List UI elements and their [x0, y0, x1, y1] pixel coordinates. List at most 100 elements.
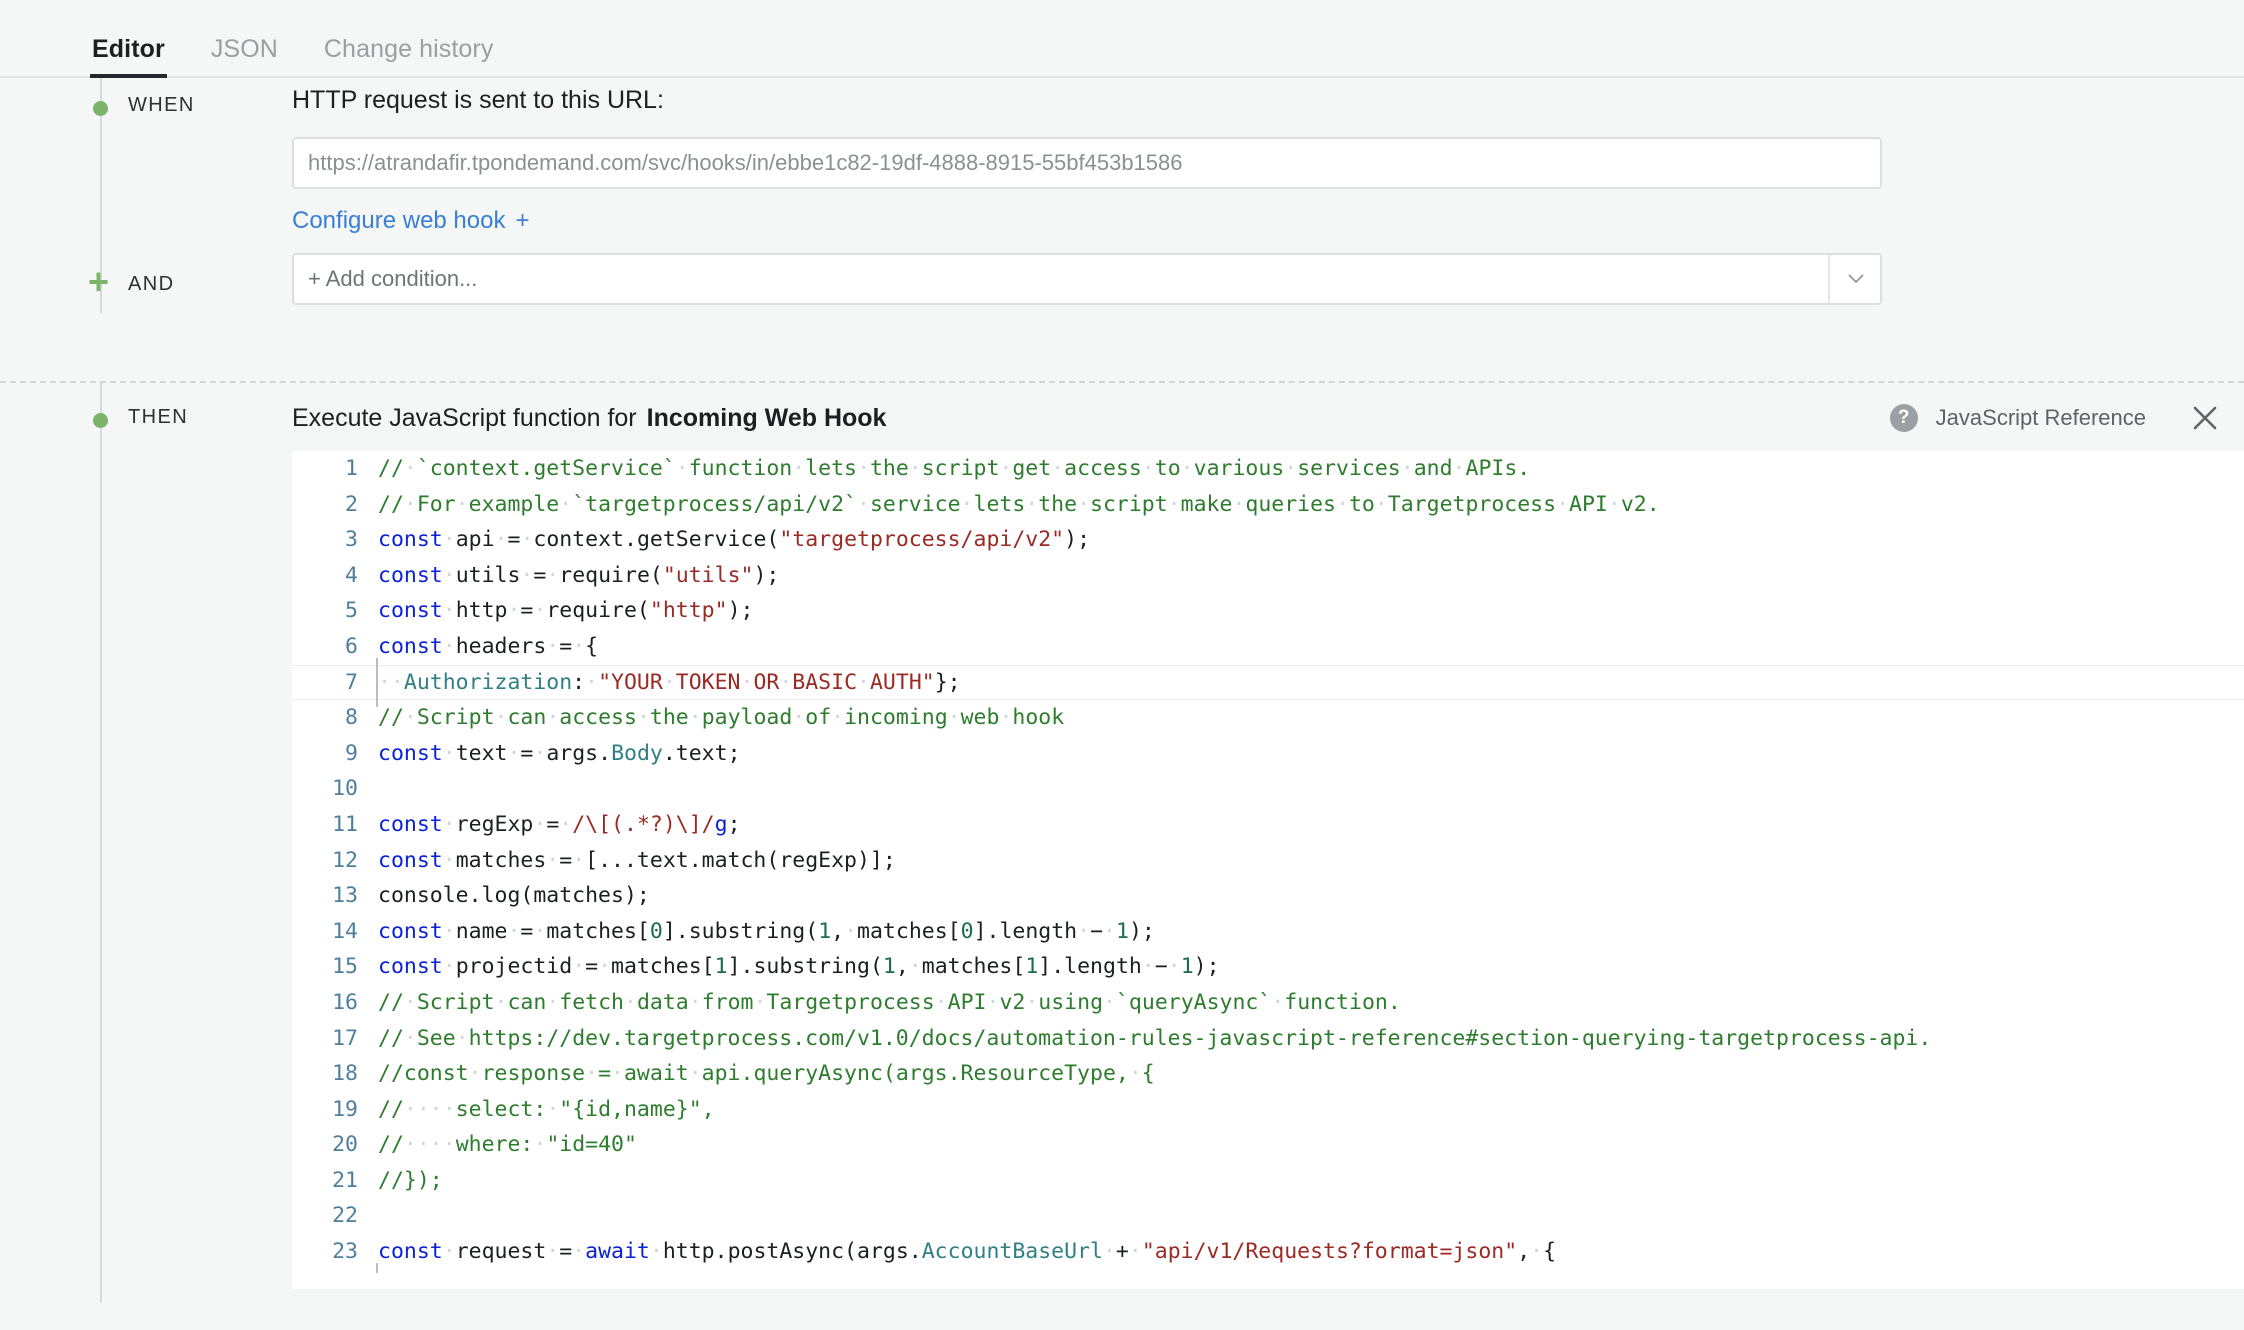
- code-line[interactable]: 11 const·regExp·=·/\[(.*?)\]/g;: [292, 807, 2244, 843]
- tab-change-history[interactable]: Change history: [324, 35, 494, 78]
- line-number: 21: [332, 1167, 358, 1193]
- code-token: const: [378, 847, 443, 873]
- webhook-url-input[interactable]: [292, 137, 1882, 189]
- configure-web-hook-link[interactable]: Configure web hook +: [292, 207, 529, 235]
- tab-json[interactable]: JSON: [211, 35, 278, 78]
- help-question-icon[interactable]: ?: [1889, 404, 1918, 432]
- code-token: "http": [649, 598, 728, 624]
- rail-connector-line: [100, 383, 102, 1303]
- tab-bar: Editor JSON Change history: [0, 0, 2244, 78]
- code-token: //····where:·"id=40": [378, 1132, 637, 1158]
- code-line-content: //·For·example·`targetprocess/api/v2`·se…: [378, 487, 2244, 523]
- code-line[interactable]: 12 const·matches·=·[...text.match(regExp)…: [292, 843, 2244, 879]
- code-token: );: [727, 598, 754, 624]
- code-token: ].length·−·: [973, 918, 1116, 944]
- line-number: 11: [332, 811, 358, 837]
- code-token: 1: [882, 954, 896, 980]
- code-line[interactable]: 22: [292, 1198, 2244, 1234]
- code-line[interactable]: 10: [292, 771, 2244, 807]
- code-line-content: //·Script·can·access·the·payload·of·inco…: [378, 700, 2244, 736]
- code-line[interactable]: 8 //·Script·can·access·the·payload·of·inc…: [292, 700, 2244, 736]
- line-number: 16: [332, 989, 358, 1015]
- add-condition-placeholder: + Add condition...: [308, 266, 478, 291]
- then-status-dot: [93, 413, 108, 428]
- code-token: 0: [649, 918, 663, 944]
- and-label: AND: [128, 273, 175, 295]
- code-token: //·Script·can·fetch·data·from·Targetproc…: [378, 989, 1401, 1015]
- code-token: ].length·−·: [1038, 954, 1181, 980]
- code-line[interactable]: 19 //····select:·"{id,name}",: [292, 1092, 2244, 1128]
- code-token: ·api·=·context.getService(: [442, 527, 780, 553]
- line-number: 5: [345, 598, 358, 624]
- code-token: ].substring(: [662, 918, 819, 944]
- configure-web-hook-label: Configure web hook: [292, 207, 506, 234]
- javascript-reference-link[interactable]: JavaScript Reference: [1936, 405, 2146, 431]
- javascript-code-editor[interactable]: 1 //·`context.getService`·function·lets·t…: [292, 451, 2244, 1289]
- code-token: //·`context.getService`·function·lets·th…: [378, 456, 1531, 481]
- code-line-content: const·api·=·context.getService("targetpr…: [378, 522, 2244, 558]
- chevron-down-icon[interactable]: [1848, 274, 1864, 284]
- code-line[interactable]: 4 const·utils·=·require("utils");: [292, 558, 2244, 594]
- code-line[interactable]: 13 console.log(matches);: [292, 878, 2244, 914]
- code-line-content: const·name·=·matches[0].substring(1,·mat…: [378, 914, 2244, 950]
- code-line-content: //·Script·can·fetch·data·from·Targetproc…: [378, 985, 2244, 1021]
- line-number: 17: [332, 1025, 358, 1051]
- code-line[interactable]: 15 const·projectid·=·matches[1].substring…: [292, 949, 2244, 985]
- code-token: console.log(matches);: [378, 883, 650, 909]
- code-token: ·regExp·=·: [442, 811, 573, 837]
- tab-editor[interactable]: Editor: [90, 35, 167, 78]
- code-line-content: //·`context.getService`·function·lets·th…: [378, 451, 2244, 487]
- when-trigger-title: HTTP request is sent to this URL:: [292, 86, 664, 114]
- code-line[interactable]: 17 //·See·https://dev.targetprocess.com/v…: [292, 1021, 2244, 1057]
- close-icon[interactable]: [2190, 403, 2220, 433]
- line-number: 4: [345, 562, 358, 588]
- code-line[interactable]: 23 const·request·=·await·http.postAsync(a…: [292, 1234, 2244, 1270]
- line-number: 20: [332, 1132, 358, 1158]
- code-token: "YOUR·TOKEN·OR·BASIC·AUTH": [598, 669, 935, 695]
- code-token: ,·matches[: [895, 954, 1026, 980]
- code-token: ·utils·=·require(: [442, 562, 663, 588]
- code-token: Body: [611, 740, 663, 766]
- code-token: //·For·example·`targetprocess/api/v2`·se…: [378, 491, 1660, 517]
- code-token: 1: [714, 954, 728, 980]
- code-line[interactable]: 1 //·`context.getService`·function·lets·t…: [292, 451, 2244, 487]
- then-section: THEN Execute JavaScript function for Inco…: [0, 383, 2244, 1303]
- code-token: ·headers·=·{: [442, 633, 599, 659]
- code-token: g: [714, 811, 728, 837]
- then-action-target: Incoming Web Hook: [646, 403, 887, 432]
- code-line[interactable]: 6 const·headers·=·{: [292, 629, 2244, 665]
- code-line[interactable]: 21 //});: [292, 1163, 2244, 1199]
- code-line[interactable]: 5 const·http·=·require("http");: [292, 593, 2244, 629]
- code-token: Authorization: [403, 669, 573, 695]
- add-condition-plus-icon[interactable]: +: [88, 264, 109, 300]
- code-line[interactable]: 20 //····where:·"id=40": [292, 1127, 2244, 1163]
- and-section: + AND + Add condition...: [0, 253, 2244, 361]
- code-token: const: [378, 954, 443, 980]
- automation-rule-editor: WHEN HTTP request is sent to this URL: C…: [0, 78, 2244, 1303]
- code-line[interactable]: 3 const·api·=·context.getService("targetp…: [292, 522, 2244, 558]
- add-condition-select[interactable]: + Add condition...: [292, 253, 1882, 305]
- code-token: const: [378, 1239, 443, 1265]
- code-line-content: const·text·=·args.Body.text;: [378, 736, 2244, 772]
- line-number: 3: [345, 527, 358, 553]
- code-token: ·http.postAsync(args.: [649, 1239, 922, 1265]
- code-token: "api/v1/Requests?format=json": [1141, 1239, 1518, 1265]
- code-token: const: [378, 918, 443, 944]
- code-token: /\[(.*?)\]/: [572, 811, 715, 837]
- line-number: 12: [332, 847, 358, 873]
- select-divider: [1828, 255, 1830, 303]
- when-rail: WHEN: [0, 78, 292, 253]
- then-action-label: Execute JavaScript function for: [292, 403, 637, 432]
- code-line[interactable]: 9 const·text·=·args.Body.text;: [292, 736, 2244, 772]
- code-token: "utils": [662, 562, 754, 588]
- code-line[interactable]: 7 ··Authorization:·"YOUR·TOKEN·OR·BASIC·A…: [292, 657, 2244, 707]
- when-status-dot: [93, 101, 108, 116]
- code-line[interactable]: 16 //·Script·can·fetch·data·from·Targetpr…: [292, 985, 2244, 1021]
- code-token: ·http·=·require(: [442, 598, 650, 624]
- line-number: 6: [345, 633, 358, 659]
- code-line[interactable]: 14 const·name·=·matches[0].substring(1,·m…: [292, 914, 2244, 950]
- code-line[interactable]: 2 //·For·example·`targetprocess/api/v2`·s…: [292, 487, 2244, 523]
- code-token: );: [1064, 527, 1091, 553]
- code-token: );: [1128, 918, 1155, 944]
- code-line[interactable]: 18 //const·response·=·await·api.queryAsyn…: [292, 1056, 2244, 1092]
